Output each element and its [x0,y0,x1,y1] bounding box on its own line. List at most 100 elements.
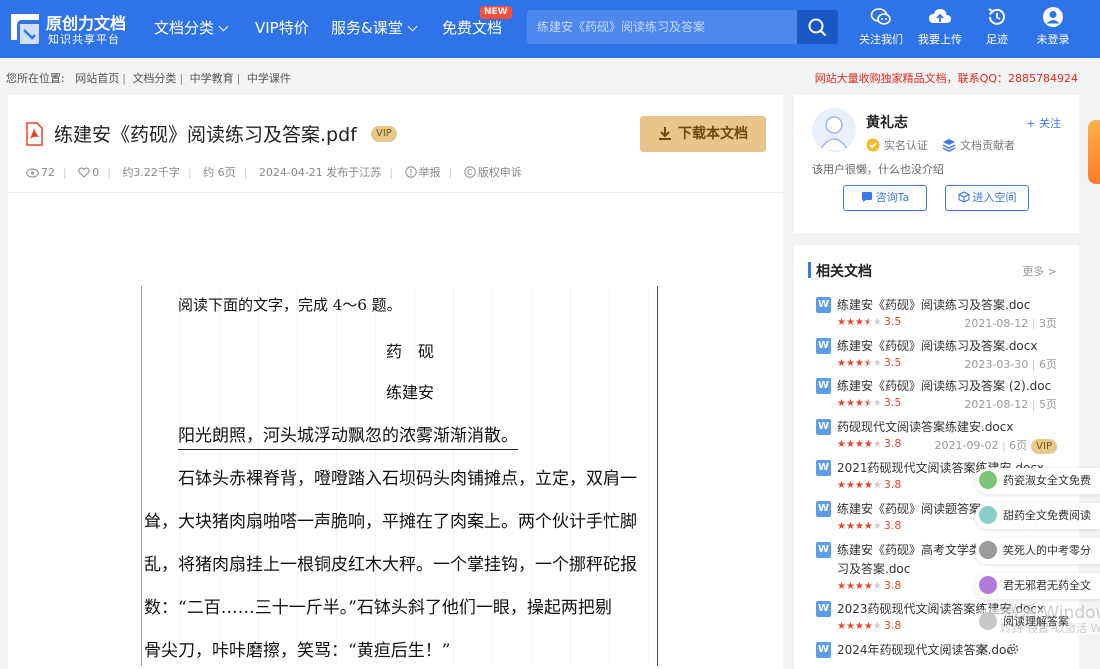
nav-free-docs[interactable]: 免费文档 [442,17,502,38]
search-input[interactable]: 练建安《药砚》阅读练习及答案 [527,10,797,44]
related-doc-name[interactable]: 2024年药砚现代文阅读答案.doc [837,640,1057,660]
download-button[interactable]: 下载本文档 [640,116,766,152]
rating-stars: ★★★★★ [837,317,882,328]
site-logo[interactable]: 原创力文档 知识共享平台 [8,8,136,48]
document-title: 练建安《药砚》阅读练习及答案.pdf [54,124,357,146]
chat-icon [861,192,872,202]
history-icon [988,8,1005,25]
document-page: 阅读下面的文字，完成 4～6 题。 药 砚 练建安 阳光朗照，河头城浮动飘忽的浓… [141,286,658,666]
page-paragraph: 乱，将猪肉扇挂上一根铜皮红木大秤。一个掌挂钩，一个挪秤砣报 [144,555,637,575]
author-card: 黄礼志 + 关注 实名认证 文档贡献者 该用户很懒，什么也没介绍 咨询Ta 进入… [794,95,1079,233]
document-panel: 练建安《药砚》阅读练习及答案.pdf VIP 下载本文档 72 | 0 | 约3.2… [8,95,783,669]
document-meta: 72 | 0 | 约3.22千字 | 约 6页 | 2024-04-21 发布于江苏 | … [26,164,530,180]
windows-watermark-sub: 转到"设置"以激活 Windows。 [1000,622,1100,635]
vip-badge: VIP [1031,439,1057,454]
top-header: 原创力文档 知识共享平台 文档分类 VIP特价 服务&课堂 免费文档 NEW 练… [0,0,1100,58]
related-doc-item[interactable]: W 练建安《药砚》阅读练习及答案.doc ★★★★★ 3.5 2021-08-12 | … [816,295,1057,333]
related-doc-name[interactable]: 练建安《药砚》阅读练习及答案.doc [837,295,1057,315]
page-story-title: 药 砚 [386,342,435,361]
cloud-upload-icon [929,9,951,23]
nav-doc-categories[interactable]: 文档分类 [154,17,229,38]
eye-icon [26,168,39,178]
rating-stars: ★★★★★ [837,581,882,592]
related-doc-date: 2021-08-12 | 3页 [964,317,1057,330]
related-doc-name[interactable]: 练建安《药砚》阅读练习及答案.docx [837,336,1057,356]
layers-icon [942,139,956,152]
word-count: 约3.22千字 [122,166,180,179]
floating-suggestion[interactable]: 甜药全文免费阅读 [975,503,1100,529]
suggestion-avatar-icon [979,471,997,489]
related-doc-meta: ★★★★★ 3.5 2021-08-12 | 5页 [837,396,1057,411]
page-paragraph: 骨尖刀，咔咔磨擦，笑骂：“黄疸后生！” [144,641,451,661]
login-button[interactable]: 未登录 [1025,4,1081,54]
word-doc-icon: W [816,297,831,313]
gear-icon[interactable] [1006,642,1020,656]
author-badges: 实名认证 文档贡献者 [866,137,1015,153]
related-doc-name[interactable]: 药砚现代文阅读答案练建安.docx [837,417,1057,437]
related-doc-date: 2023-03-30 | 6页 [964,358,1057,371]
consult-button[interactable]: 咨询Ta [843,185,927,211]
floating-suggestion[interactable]: 君无邪君无药全文 [975,573,1100,599]
related-doc-item[interactable]: W 药砚现代文阅读答案练建安.docx ★★★★★ 3.8 2021-09-02 | 6… [816,417,1057,455]
nav-vip-deals[interactable]: VIP特价 [255,17,309,38]
promo-text[interactable]: 网站大量收购独家精品文档，联系QQ：2885784924 [815,70,1078,86]
wechat-icon [870,8,891,25]
breadcrumb-middle-school[interactable]: 中学教育 [190,72,234,85]
related-title: 相关文档 [808,261,872,281]
history-button[interactable]: 足迹 [969,4,1025,54]
related-doc-item[interactable]: W 练建安《药砚》阅读练习及答案 (2).doc ★★★★★ 3.5 2021-08-1… [816,376,1057,414]
related-more-link[interactable]: 更多 > [1022,263,1057,279]
copyright-icon [464,166,476,178]
rating-score: 3.8 [883,619,902,632]
rating-score: 3.8 [883,437,902,450]
related-doc-name[interactable]: 练建安《药砚》阅读练习及答案 (2).doc [837,376,1057,396]
rating-stars: ★★★★★ [837,358,882,369]
related-doc-item[interactable]: W 2024年药砚现代文阅读答案.doc [816,640,1056,669]
suggestion-avatar-icon [979,612,997,630]
copyright-link[interactable]: 版权申诉 [464,164,522,180]
floating-suggestion[interactable]: 药瓷淑女全文免费 [975,468,1100,494]
enter-space-button[interactable]: 进入空间 [945,185,1029,211]
rating-score: 3.8 [883,579,902,592]
like-count[interactable]: 0 [78,166,99,179]
new-badge: NEW [480,6,512,19]
nav-services[interactable]: 服务&课堂 [331,17,418,38]
related-doc-meta: ★★★★★ 3.5 2023-03-30 | 6页 [837,356,1057,371]
breadcrumb-categories[interactable]: 文档分类 [132,72,176,85]
report-link[interactable]: 举报 [404,164,441,180]
follow-us-button[interactable]: 关注我们 [853,4,909,54]
related-doc-date: 2021-09-02 | 6页 VIP [935,437,1057,454]
suggestion-avatar-icon [979,541,997,559]
author-name[interactable]: 黄礼志 [866,112,908,132]
floating-suggestion[interactable]: 笑死人的中考零分 [975,538,1100,564]
breadcrumb-home[interactable]: 网站首页 [75,72,119,85]
page-instruction: 阅读下面的文字，完成 4～6 题。 [178,296,402,314]
verified-icon [866,138,880,152]
word-doc-icon: W [816,378,831,394]
word-doc-icon: W [816,642,831,658]
page-count: 约 6页 [203,166,236,179]
close-icon[interactable]: × [978,642,992,656]
rating-stars: ★★★★★ [837,521,882,532]
page-paragraph: 数：“二百……三十一斤半。”石钵头斜了他们一眼，操起两把剔 [144,598,612,618]
divider [8,192,783,193]
upload-button[interactable]: 我要上传 [912,4,968,54]
rating-score: 3.5 [883,356,902,369]
search-button[interactable] [797,10,838,44]
follow-button[interactable]: + 关注 [1026,115,1061,131]
rating-score: 3.8 [883,519,902,532]
suggestion-avatar-icon [979,506,997,524]
user-icon [1043,7,1063,27]
related-doc-item[interactable]: W 练建安《药砚》阅读练习及答案.docx ★★★★★ 3.5 2023-03-30 |… [816,336,1057,374]
view-count: 72 [26,166,55,179]
avatar[interactable] [812,108,856,152]
breadcrumb: 您所在位置: 网站首页 | 文档分类 | 中学教育 | 中学课件 [6,72,291,85]
rating-stars: ★★★★★ [837,398,882,409]
related-doc-pages: 3页 [1039,317,1057,330]
rating-stars: ★★★★★ [837,621,882,632]
side-promo-tab[interactable] [1088,120,1100,184]
word-doc-icon: W [816,419,831,435]
breadcrumb-courseware[interactable]: 中学课件 [247,72,291,85]
related-doc-meta: ★★★★★ 3.5 2021-08-12 | 3页 [837,315,1057,330]
author-bio: 该用户很懒，什么也没介绍 [812,163,944,176]
